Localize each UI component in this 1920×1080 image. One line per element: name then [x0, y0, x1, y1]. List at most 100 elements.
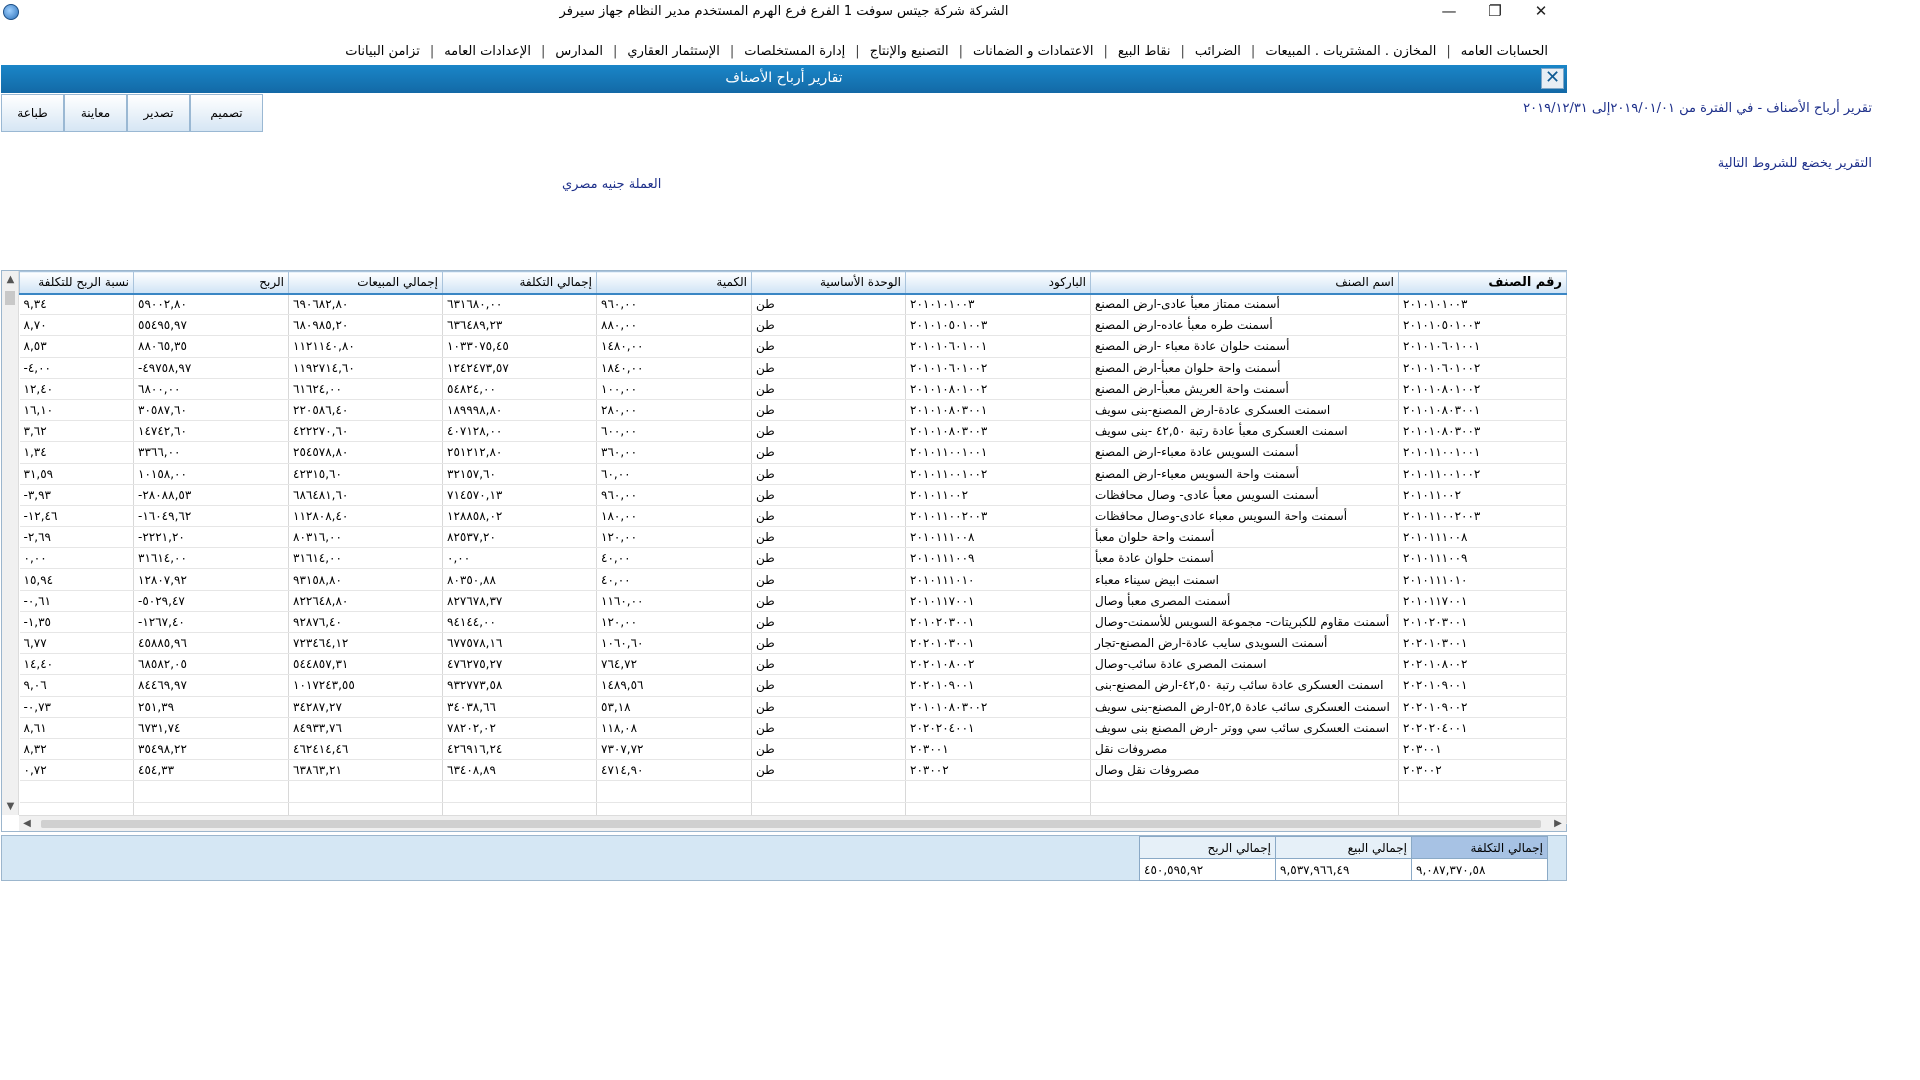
table-row[interactable]: ٣,٦٢ ١٤٧٤٢,٦٠ ٤٢٢٢٧٠,٦٠ ٤٠٧١٢٨,٠٠ ٦٠٠,٠٠ طن ٢٠…	[19, 420, 1567, 443]
currency-label: العملة جنيه مصري	[562, 177, 662, 192]
column-header[interactable]: إجمالي التكلفة	[442, 271, 597, 295]
export-button[interactable]: تصدير	[127, 94, 190, 132]
table-row[interactable]: ٨,٥٣ ٨٨٠٦٥,٣٥ ١١٢١١٤٠,٨٠ ١٠٣٣٠٧٥,٤٥ ١٤٨٠,٠٠ ط…	[19, 335, 1567, 358]
table-row[interactable]: ١٢,٤٠ ٦٨٠٠,٠٠ ٦١٦٢٤,٠٠ ٥٤٨٢٤,٠٠ ١٠٠,٠٠ طن ٢٠١٠…	[19, 378, 1567, 400]
table-cell: أسمنت ممتاز معبأ عادى-ارض المصنع	[1090, 293, 1399, 316]
total-profit-value: ٤٥٠,٥٩٥,٩٢	[1139, 858, 1276, 881]
table-cell: ٩٢٨٧٦,٤٠	[288, 611, 443, 634]
table-cell: طن	[751, 759, 906, 782]
column-header[interactable]: الكمية	[596, 271, 752, 295]
window-titlebar: الشركة شركة جيتس سوفت 1 الفرع فرع الهرم …	[0, 0, 1568, 24]
empty-row	[19, 780, 1567, 803]
table-cell: ٦٣٦٤٨٩,٢٣	[442, 314, 597, 337]
menu-item[interactable]: المخازن . المشتريات . المبيعات	[1257, 44, 1444, 59]
total-cost-label[interactable]: إجمالي التكلفة	[1411, 836, 1548, 859]
column-header[interactable]: الباركود	[905, 271, 1091, 295]
menu-item[interactable]: إدارة المستخلصات	[736, 44, 853, 59]
table-row[interactable]: -١٢,٤٦ -١٦٠٤٩,٦٢ ١١٢٨٠٨,٤٠ ١٢٨٨٥٨,٠٢ ١٨٠,٠٠ ط…	[19, 505, 1567, 528]
table-row[interactable]: ١٤,٤٠ ٦٨٥٨٢,٠٥ ٥٤٤٨٥٧,٣١ ٤٧٦٢٧٥,٢٧ ٧٦٤,٧٢ طن ٢…	[19, 653, 1567, 676]
vertical-scroll-thumb[interactable]	[5, 291, 15, 305]
vertical-scrollbar[interactable]: ▲ ▼	[2, 271, 19, 815]
table-row[interactable]: ١٥,٩٤ ١٢٨٠٧,٩٢ ٩٣١٥٨,٨٠ ٨٠٣٥٠,٨٨ ٤٠,٠٠ طن ٢٠١٠…	[19, 568, 1567, 591]
maximize-button[interactable]: ❐	[1472, 0, 1518, 24]
table-cell: -١,٣٥	[19, 611, 134, 634]
scroll-right-icon[interactable]: ▶	[1550, 816, 1566, 832]
table-cell: -٢,٦٩	[19, 526, 134, 549]
table-cell: طن	[751, 717, 906, 739]
table-cell: طن	[751, 611, 906, 634]
table-row[interactable]: -٠,٧٣ ٢٥١,٣٩ ٣٤٢٨٧,٢٧ ٣٤٠٣٨,٦٦ ٥٣,١٨ طن ٢٠١٠١٠…	[19, 696, 1567, 718]
menu-item[interactable]: الإعدادات العامه	[436, 44, 539, 59]
profit-report-grid[interactable]: ▲ ▼ نسبة الربح للتكلفة الربح إجمالي المبيع…	[1, 270, 1567, 832]
menu-item[interactable]: الحسابات العامه	[1453, 44, 1556, 59]
table-cell: مصروفات نقل وصال	[1090, 759, 1399, 782]
menu-item[interactable]: تزامن البيانات	[337, 44, 428, 59]
table-row[interactable]: -١,٣٥ -١٢٦٧,٤٠ ٩٢٨٧٦,٤٠ ٩٤١٤٤,٠٠ ١٢٠,٠٠ طن ٢٠١…	[19, 611, 1567, 634]
table-cell: ٤٢٣١٥,٦٠	[288, 463, 443, 485]
total-sales-value: ٩,٥٣٧,٩٦٦,٤٩	[1275, 858, 1412, 881]
table-row[interactable]: -٢,٦٩ -٢٢٢١,٢٠ ٨٠٣١٦,٠٠ ٨٢٥٣٧,٢٠ ١٢٠,٠٠ طن ٢٠١…	[19, 526, 1567, 549]
table-cell: ٢٢٠٥٨٦,٤٠	[288, 399, 443, 422]
table-row[interactable]: ١,٣٤ ٣٣٦٦,٠٠ ٢٥٤٥٧٨,٨٠ ٢٥١٢١٢,٨٠ ٣٦٠,٠٠ طن ٢٠١…	[19, 441, 1567, 464]
column-header[interactable]: الوحدة الأساسية	[751, 271, 906, 295]
scroll-up-icon[interactable]: ▲	[2, 271, 19, 288]
table-cell: ٩٣٢٧٧٣,٥٨	[442, 674, 597, 697]
menu-item[interactable]: الضرائب	[1187, 44, 1249, 59]
table-cell: أسمنت السويس معبأ عادى- وصال محافظات	[1090, 484, 1399, 506]
column-header[interactable]: إجمالي المبيعات	[288, 271, 443, 295]
scroll-left-icon[interactable]: ◀	[19, 816, 35, 832]
table-row[interactable]: ٨,٦١ ٦٧٣١,٧٤ ٨٤٩٣٣,٧٦ ٧٨٢٠٢,٠٢ ١١٨,٠٨ طن ٢٠٢٠٢…	[19, 717, 1567, 739]
menu-item[interactable]: الإستثمار العقاري	[619, 44, 728, 59]
table-row[interactable]: ٨,٧٠ ٥٥٤٩٥,٩٧ ٦٨٠٩٨٥,٢٠ ٦٣٦٤٨٩,٢٣ ٨٨٠,٠٠ طن ٢٠…	[19, 314, 1567, 337]
table-row[interactable]: ٨,٣٢ ٣٥٤٩٨,٢٢ ٤٦٢٤١٤,٤٦ ٤٢٦٩١٦,٢٤ ٧٣٠٧,٧٢ طن ٢…	[19, 738, 1567, 761]
menu-item[interactable]: نقاط البيع	[1110, 44, 1179, 59]
preview-button[interactable]: معاينة	[64, 94, 127, 132]
menu-item[interactable]: الاعتمادات و الضمانات	[965, 44, 1102, 59]
table-row[interactable]: ٩,٠٦ ٨٤٤٦٩,٩٧ ١٠١٧٢٤٣,٥٥ ٩٣٢٧٧٣,٥٨ ١٤٨٩,٥٦ طن…	[19, 674, 1567, 697]
table-row[interactable]: ٦,٧٧ ٤٥٨٨٥,٩٦ ٧٢٣٤٦٤,١٢ ٦٧٧٥٧٨,١٦ ١٠٦٠,٦٠ طن ٢…	[19, 632, 1567, 655]
table-cell: ٤٥٤,٣٣	[133, 759, 289, 782]
table-cell: ٣٥٤٩٨,٢٢	[133, 738, 289, 761]
table-row[interactable]: -٤,٠٠ -٤٩٧٥٨,٩٧ ١١٩٢٧١٤,٦٠ ١٢٤٢٤٧٣,٥٧ ١٨٤٠,٠…	[19, 357, 1567, 379]
table-cell: ٦,٧٧	[19, 632, 134, 655]
table-cell: ٨,٣٢	[19, 738, 134, 761]
table-row[interactable]: ٠,٧٢ ٤٥٤,٣٣ ٦٣٨٦٣,٢١ ٦٣٤٠٨,٨٩ ٤٧١٤,٩٠ طن ٢٠٣٠٠…	[19, 759, 1567, 782]
close-report-button[interactable]: ✕	[1541, 68, 1564, 89]
table-row[interactable]: ٩,٣٤ ٥٩٠٠٢,٨٠ ٦٩٠٦٨٢,٨٠ ٦٣١٦٨٠,٠٠ ٩٦٠,٠٠ طن ٢٠…	[19, 293, 1567, 316]
table-row[interactable]: -٣,٩٣ -٢٨٠٨٨,٥٣ ٦٨٦٤٨١,٦٠ ٧١٤٥٧٠,١٣ ٩٦٠,٠٠ طن…	[19, 484, 1567, 506]
design-button[interactable]: تصميم	[190, 94, 263, 132]
column-header[interactable]: اسم الصنف	[1090, 271, 1399, 295]
table-row[interactable]: ٠,٠٠ ٣١٦١٤,٠٠ ٣١٦١٤,٠٠ ٠,٠٠ ٤٠,٠٠ طن ٢٠١٠١١١٠٠…	[19, 547, 1567, 570]
column-header[interactable]: الربح	[133, 271, 289, 295]
table-cell: ٨,٥٣	[19, 335, 134, 358]
column-header[interactable]: رقم الصنف	[1398, 271, 1567, 295]
report-period-caption: تقرير أرباح الأصناف - في الفترة من ٢٠١٩/…	[1523, 101, 1872, 116]
table-cell: ٧١٤٥٧٠,١٣	[442, 484, 597, 506]
table-row[interactable]: ١٦,١٠ ٣٠٥٨٧,٦٠ ٢٢٠٥٨٦,٤٠ ١٨٩٩٩٨,٨٠ ٢٨٠,٠٠ طن ٢…	[19, 399, 1567, 422]
print-button[interactable]: طباعة	[1, 94, 64, 132]
table-cell: ٦٠,٠٠	[596, 463, 752, 485]
table-cell: ٤٠٧١٢٨,٠٠	[442, 420, 597, 443]
menu-separator: |	[958, 44, 963, 59]
table-cell: ٦٨٦٤٨١,٦٠	[288, 484, 443, 506]
table-row[interactable]: -٠,٦١ -٥٠٢٩,٤٧ ٨٢٢٦٤٨,٨٠ ٨٢٧٦٧٨,٣٧ ١١٦٠,٠٠ طن…	[19, 590, 1567, 612]
horizontal-scroll-thumb[interactable]	[41, 820, 1541, 828]
window-close-button[interactable]: ✕	[1518, 0, 1564, 24]
table-cell: ٦٠٠,٠٠	[596, 420, 752, 443]
table-cell: ٢٠١٠١٠٦٠١٠٠٢	[1398, 357, 1567, 379]
menu-item[interactable]: التصنيع والإنتاج	[862, 44, 957, 59]
column-header[interactable]: نسبة الربح للتكلفة	[19, 271, 134, 295]
table-cell: ١,٣٤	[19, 441, 134, 464]
scroll-down-icon[interactable]: ▼	[2, 798, 19, 815]
table-cell: ٩٦٠,٠٠	[596, 293, 752, 316]
table-cell: ٣٤٠٣٨,٦٦	[442, 696, 597, 718]
menu-item[interactable]: المدارس	[547, 44, 611, 59]
horizontal-scrollbar[interactable]: ◀ ▶	[19, 815, 1566, 831]
table-cell	[596, 780, 752, 803]
table-cell: ٦٨٠٩٨٥,٢٠	[288, 314, 443, 337]
minimize-button[interactable]: —	[1426, 0, 1472, 24]
table-cell: ١٢٨٠٧,٩٢	[133, 568, 289, 591]
table-row[interactable]: ٣١,٥٩ ١٠١٥٨,٠٠ ٤٢٣١٥,٦٠ ٣٢١٥٧,٦٠ ٦٠,٠٠ طن ٢٠١٠…	[19, 463, 1567, 485]
table-cell: ١٢,٤٠	[19, 378, 134, 400]
table-cell: طن	[751, 505, 906, 528]
